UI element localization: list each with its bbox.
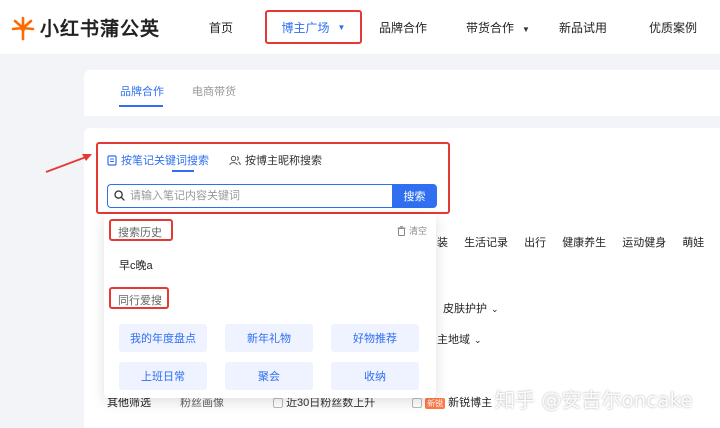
- chevron-down-icon: ⌄: [474, 335, 482, 345]
- peer-search-label: 同行爱搜: [118, 295, 162, 307]
- category-item[interactable]: 运动健身: [622, 237, 666, 249]
- category-item[interactable]: 生活记录: [464, 237, 508, 249]
- trash-icon: [397, 225, 406, 236]
- nav-item-brand-cooperation[interactable]: 品牌合作: [379, 19, 427, 36]
- peer-search-chip[interactable]: 上班日常: [119, 362, 207, 390]
- tab-ecommerce-sales[interactable]: 电商带货: [192, 83, 236, 99]
- chevron-down-icon: ⌄: [491, 304, 499, 314]
- active-mode-indicator: [172, 170, 194, 172]
- nav-item-label: 带货合作: [466, 21, 515, 35]
- brand-logo[interactable]: 小红书蒲公英: [10, 14, 160, 41]
- category-item[interactable]: 装: [437, 237, 448, 249]
- filter-label: 皮肤护护: [443, 303, 487, 315]
- nav-item-sales-cooperation[interactable]: 带货合作 ▼: [466, 19, 530, 36]
- nav-item-quality-cases[interactable]: 优质案例: [649, 19, 697, 36]
- checkbox[interactable]: [273, 398, 283, 409]
- active-tab-indicator: [119, 105, 163, 107]
- clear-label: 清空: [409, 226, 428, 236]
- search-history-label: 搜索历史: [118, 227, 162, 239]
- nav-item-label: 博主广场: [281, 20, 330, 35]
- nav-item-home[interactable]: 首页: [209, 19, 233, 36]
- caret-down-icon: ▼: [522, 25, 530, 34]
- top-navigation-bar: 小红书蒲公英 首页 博主广场 ▼ 品牌合作 带货合作 ▼ 新品试用 优质案例: [0, 0, 720, 54]
- peer-search-chip[interactable]: 新年礼物: [225, 324, 313, 352]
- tab-label: 按笔记关键词搜索: [121, 155, 209, 167]
- sub-tab-bar: 品牌合作 电商带货: [84, 70, 720, 116]
- checkbox-label: 近30日粉丝数上升: [286, 397, 376, 409]
- checkbox-label: 新锐博主: [448, 397, 493, 409]
- caret-down-icon: ▼: [337, 22, 346, 32]
- peer-search-chip[interactable]: 好物推荐: [331, 324, 419, 352]
- tab-brand-cooperation[interactable]: 品牌合作: [120, 83, 164, 99]
- dandelion-icon: [11, 16, 35, 40]
- watermark: 知乎 @安吉尔oncake: [495, 388, 693, 412]
- search-icon: [114, 190, 125, 201]
- skin-care-filter[interactable]: 皮肤护护 ⌄: [443, 300, 512, 316]
- annotation-arrow-icon: [45, 154, 92, 173]
- checkbox[interactable]: [412, 398, 422, 409]
- peer-search-chip[interactable]: 我的年度盘点: [119, 324, 207, 352]
- nav-item-blogger-square[interactable]: 博主广场 ▼: [265, 10, 362, 44]
- clear-history-button[interactable]: 清空: [397, 224, 427, 237]
- note-keyword-search-input[interactable]: [107, 184, 393, 208]
- users-icon: [229, 155, 241, 165]
- tab-search-by-blogger-name[interactable]: 按博主昵称搜索: [229, 152, 322, 168]
- nav-item-new-product-trial[interactable]: 新品试用: [559, 19, 607, 36]
- tab-label: 按博主昵称搜索: [245, 155, 322, 167]
- brand-name: 小红书蒲公英: [40, 19, 161, 40]
- note-icon: [107, 154, 117, 166]
- peer-search-chip[interactable]: 聚会: [225, 362, 313, 390]
- category-item[interactable]: 萌娃: [682, 237, 704, 249]
- peer-search-chip[interactable]: 收纳: [331, 362, 419, 390]
- category-filter-row: 装 生活记录 出行 健康养生 运动健身 萌娃: [437, 234, 717, 250]
- new-badge: 新锐: [425, 398, 446, 409]
- tab-search-by-note-keyword[interactable]: 按笔记关键词搜索: [107, 152, 209, 168]
- history-item[interactable]: 早c晚a: [119, 257, 153, 273]
- category-item[interactable]: 健康养生: [562, 237, 606, 249]
- search-button[interactable]: 搜索: [392, 184, 437, 208]
- filter-label: 主地域: [437, 334, 470, 346]
- region-filter[interactable]: 主地域 ⌄: [437, 331, 495, 347]
- category-item[interactable]: 出行: [524, 237, 546, 249]
